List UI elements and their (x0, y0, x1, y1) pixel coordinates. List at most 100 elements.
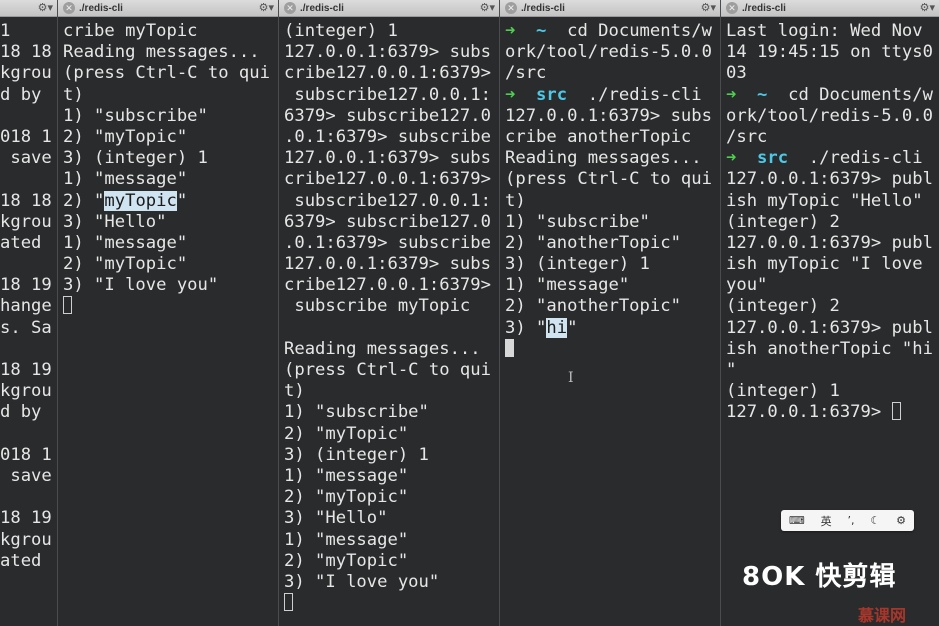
gear-icon[interactable]: ⚙ (896, 514, 906, 527)
terminal-text: (press Ctrl-C to qui (505, 169, 712, 190)
terminal-output[interactable]: 1 18 18 kgrou d by 018 1 save 18 18 kgrou ated 1… (0, 17, 57, 572)
terminal-text: 1) "subscribe" (63, 105, 208, 126)
tab-title[interactable]: ./redis-cli (79, 3, 123, 14)
gear-icon[interactable]: ⚙▾ (920, 1, 935, 14)
terminal-line: ish myTopic "I love (726, 254, 939, 275)
terminal-text: 03 (726, 63, 747, 84)
terminal-text: 18 19 (0, 508, 52, 529)
close-icon[interactable]: ✕ (726, 2, 738, 14)
terminal-line: hange (0, 296, 57, 317)
terminal-text: 2) "myTopic" (284, 423, 409, 444)
terminal-line: .0.1:6379> subscribe (284, 233, 499, 254)
gear-icon[interactable]: ⚙▾ (38, 1, 53, 14)
terminal-cursor (891, 402, 901, 421)
terminal-cursor (284, 593, 293, 612)
terminal-line: ork/tool/redis-5.0.0 (726, 106, 939, 127)
gear-icon[interactable]: ⚙▾ (701, 1, 716, 14)
close-icon[interactable]: ✕ (63, 2, 75, 14)
terminal-line: Reading messages... (63, 42, 278, 63)
terminal-text: 018 1 (0, 444, 52, 465)
terminal-line: 1) "message" (284, 466, 499, 487)
terminal-text: ~ (746, 84, 789, 105)
terminal-line: Last login: Wed Nov (726, 21, 939, 42)
tab-bar[interactable]: ✕ ./redis-cli ⚙▾ (58, 0, 278, 17)
terminal-pane-5[interactable]: ✕ ./redis-cli ⚙▾ Last login: Wed Nov 14 1… (720, 0, 939, 626)
terminal-text: 3) (integer) 1 (284, 444, 429, 465)
terminal-line: (integer) 2 (726, 296, 939, 317)
terminal-line: 1) "subscribe" (284, 402, 499, 423)
terminal-line: 18 19 (0, 360, 57, 381)
terminal-line (63, 296, 278, 317)
terminal-output[interactable]: cribe myTopic Reading messages... (press C… (58, 17, 278, 318)
ime-language-toggle[interactable]: 英 (821, 513, 832, 529)
terminal-pane-1[interactable]: ⚙▾ 1 18 18 kgrou d by 018 1 save 18 18 kgrou at… (0, 0, 57, 626)
terminal-line: s. Sa (0, 318, 57, 339)
punctuation-toggle[interactable]: ’, (848, 514, 855, 527)
moon-icon[interactable]: ☾ (870, 514, 880, 527)
terminal-text: /src (726, 126, 768, 147)
terminal-pane-3[interactable]: ✕ ./redis-cli ⚙▾ (integer) 1 127.0.0.1:63… (278, 0, 499, 626)
terminal-text: 3) (integer) 1 (63, 148, 208, 169)
close-icon[interactable]: ✕ (505, 2, 517, 14)
terminal-line: 127.0.0.1:6379> publ (726, 233, 939, 254)
terminal-text: 127.0.0.1:6379> publ (726, 169, 933, 190)
tab-title[interactable]: ./redis-cli (300, 3, 344, 14)
terminal-line: (integer) 1 (284, 21, 499, 42)
terminal-text: 3) "I love you" (284, 571, 440, 592)
close-icon[interactable]: ✕ (284, 2, 296, 14)
terminal-text: kgrou (0, 381, 52, 402)
terminal-text: t) (63, 84, 84, 105)
terminal-line: cribe myTopic (63, 21, 278, 42)
terminal-output[interactable]: (integer) 1 127.0.0.1:6379> subs cribe127.… (279, 17, 499, 614)
terminal-line: 1) "message" (63, 169, 278, 190)
gear-icon[interactable]: ⚙▾ (480, 1, 495, 14)
terminal-line: d by (0, 402, 57, 423)
terminal-line: Reading messages... (505, 148, 720, 169)
terminal-line: 2) "myTopic" (63, 127, 278, 148)
terminal-line: cribe127.0.0.1:6379> (284, 169, 499, 190)
terminal-line: 2) "myTopic" (63, 254, 278, 275)
terminal-line: 1 (0, 21, 57, 42)
terminal-text: 6379> subscribe127.0 (284, 105, 491, 126)
terminal-line (284, 593, 499, 614)
terminal-line: 1) "subscribe" (63, 106, 278, 127)
terminal-text: 3) "Hello" (63, 211, 167, 232)
terminal-output[interactable]: ➜ ~ cd Documents/w ork/tool/redis-5.0.0/s… (500, 17, 720, 360)
terminal-line: 127.0.0.1:6379> subs (505, 106, 720, 127)
terminal-line: t) (63, 85, 278, 106)
terminal-text: t) (505, 190, 526, 211)
terminal-line: (integer) 2 (726, 212, 939, 233)
terminal-pane-2[interactable]: ✕ ./redis-cli ⚙▾ cribe myTopic Reading me… (57, 0, 278, 626)
tab-bar[interactable]: ⚙▾ (0, 0, 57, 17)
tab-bar[interactable]: ✕ ./redis-cli ⚙▾ (279, 0, 499, 17)
terminal-line: 3) "I love you" (284, 572, 499, 593)
terminal-line: (press Ctrl-C to qui (63, 63, 278, 84)
terminal-text: ➜ (726, 84, 747, 105)
terminal-text: ork/tool/redis-5.0.0 (505, 42, 712, 63)
tab-bar[interactable]: ✕ ./redis-cli ⚙▾ (500, 0, 720, 17)
terminal-line: ➜ src ./redis-cli (505, 85, 720, 106)
tab-bar[interactable]: ✕ ./redis-cli ⚙▾ (721, 0, 939, 17)
terminal-text: (integer) 1 (726, 381, 840, 402)
terminal-output[interactable]: Last login: Wed Nov 14 19:45:15 on ttys0 0… (721, 17, 939, 424)
terminal-text: cribe127.0.0.1:6379> (284, 63, 491, 84)
terminal-text: cribe127.0.0.1:6379> (284, 275, 491, 296)
terminal-line: subscribe127.0.0.1: (284, 85, 499, 106)
tab-title[interactable]: ./redis-cli (742, 3, 786, 14)
terminal-line: (press Ctrl-C to qui (284, 360, 499, 381)
terminal-pane-4[interactable]: ✕ ./redis-cli ⚙▾ ➜ ~ cd Documents/w ork/t… (499, 0, 720, 626)
ime-toolbar[interactable]: ⌨ 英 ’, ☾ ⚙ (781, 510, 914, 531)
terminal-text: 6379> subscribe127.0 (284, 211, 491, 232)
terminal-line: 3) "I love you" (63, 275, 278, 296)
gear-icon[interactable]: ⚙▾ (259, 1, 274, 14)
terminal-cursor (63, 296, 72, 315)
terminal-line: 127.0.0.1:6379> publ (726, 169, 939, 190)
terminal-line: ish anotherTopic "hi (726, 339, 939, 360)
terminal-line: t) (284, 381, 499, 402)
terminal-text: 3) "Hello" (284, 508, 388, 529)
terminal-text: 1 (0, 21, 11, 41)
keyboard-icon[interactable]: ⌨ (789, 514, 805, 527)
terminal-line: 127.0.0.1:6379> subs (284, 42, 499, 63)
tab-title[interactable]: ./redis-cli (521, 3, 565, 14)
